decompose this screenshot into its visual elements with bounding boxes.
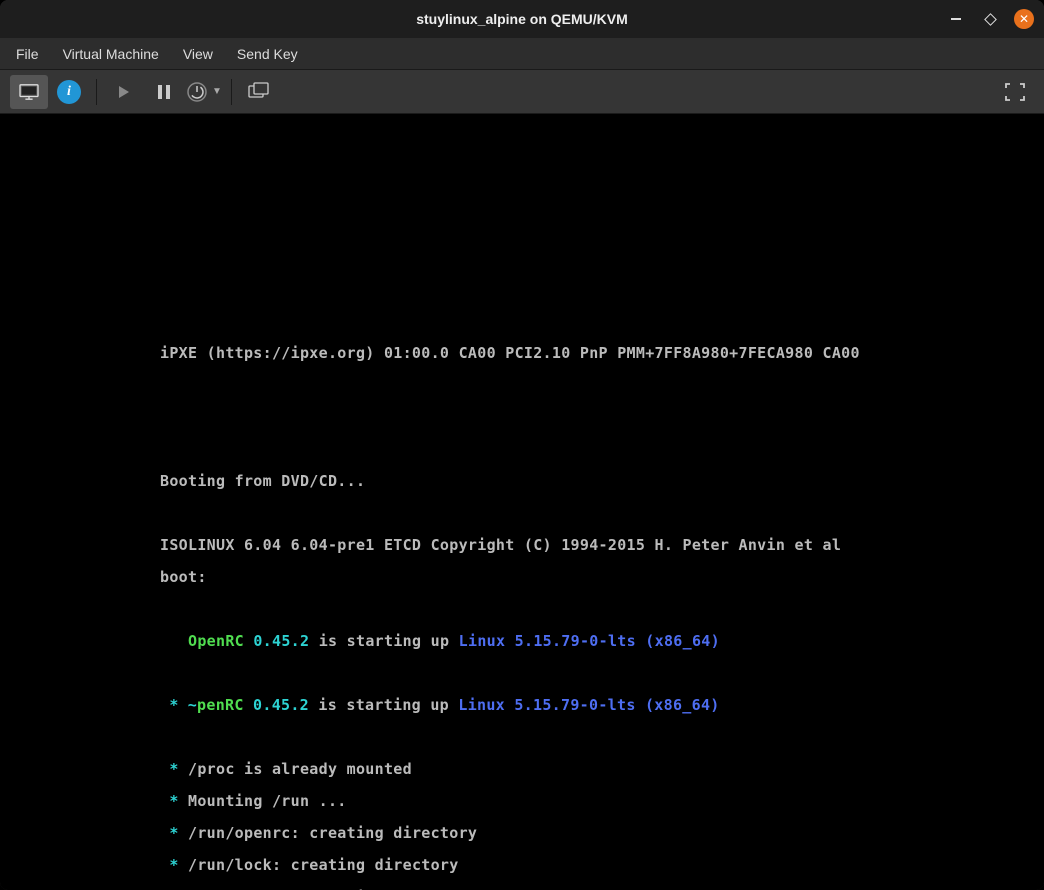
pause-icon xyxy=(157,84,171,100)
maximize-button[interactable] xyxy=(980,9,1000,29)
menu-send-key[interactable]: Send Key xyxy=(237,46,298,62)
shutdown-button[interactable]: ▼ xyxy=(185,75,223,109)
chevron-down-icon: ▼ xyxy=(212,86,222,97)
minimize-icon xyxy=(951,18,961,20)
snapshots-button[interactable] xyxy=(240,75,278,109)
console-line: ISOLINUX 6.04 6.04-pre1 ETCD Copyright (… xyxy=(160,537,860,553)
console-line: iPXE (https://ipxe.org) 01:00.0 CA00 PCI… xyxy=(160,345,860,361)
maximize-icon xyxy=(984,13,997,26)
console-line: * Mounting /run ... xyxy=(160,793,860,809)
fullscreen-button[interactable] xyxy=(996,75,1034,109)
vm-console[interactable]: iPXE (https://ipxe.org) 01:00.0 CA00 PCI… xyxy=(0,114,1044,890)
run-button[interactable] xyxy=(105,75,143,109)
close-icon: ✕ xyxy=(1014,9,1034,29)
pause-button[interactable] xyxy=(145,75,183,109)
close-button[interactable]: ✕ xyxy=(1014,9,1034,29)
window-title: stuylinux_alpine on QEMU/KVM xyxy=(416,11,628,27)
fullscreen-icon xyxy=(1005,83,1025,101)
titlebar: stuylinux_alpine on QEMU/KVM ✕ xyxy=(0,0,1044,38)
snapshot-icon xyxy=(248,82,270,102)
menubar: File Virtual Machine View Send Key xyxy=(0,38,1044,70)
vm-window: stuylinux_alpine on QEMU/KVM ✕ File Virt… xyxy=(0,0,1044,890)
console-line: boot: xyxy=(160,569,860,585)
window-controls: ✕ xyxy=(946,9,1034,29)
separator xyxy=(231,79,232,105)
menu-file[interactable]: File xyxy=(16,46,39,62)
console-line: OpenRC 0.45.2 is starting up Linux 5.15.… xyxy=(160,633,860,649)
console-line: * /run/openrc: creating directory xyxy=(160,825,860,841)
minimize-button[interactable] xyxy=(946,9,966,29)
details-view-button[interactable]: i xyxy=(50,75,88,109)
console-view-button[interactable] xyxy=(10,75,48,109)
play-icon xyxy=(116,84,132,100)
power-icon xyxy=(186,81,208,103)
console-line: * ̴penRC 0.45.2 is starting up Linux 5.1… xyxy=(160,697,860,713)
console-output: iPXE (https://ipxe.org) 01:00.0 CA00 PCI… xyxy=(160,329,860,890)
info-icon: i xyxy=(57,80,81,104)
menu-virtual-machine[interactable]: Virtual Machine xyxy=(63,46,159,62)
console-line: * /proc is already mounted xyxy=(160,761,860,777)
toolbar: i ▼ xyxy=(0,70,1044,114)
monitor-icon xyxy=(18,83,40,101)
menu-view[interactable]: View xyxy=(183,46,213,62)
separator xyxy=(96,79,97,105)
console-line: Booting from DVD/CD... xyxy=(160,473,860,489)
console-line: * /run/lock: creating directory xyxy=(160,857,860,873)
